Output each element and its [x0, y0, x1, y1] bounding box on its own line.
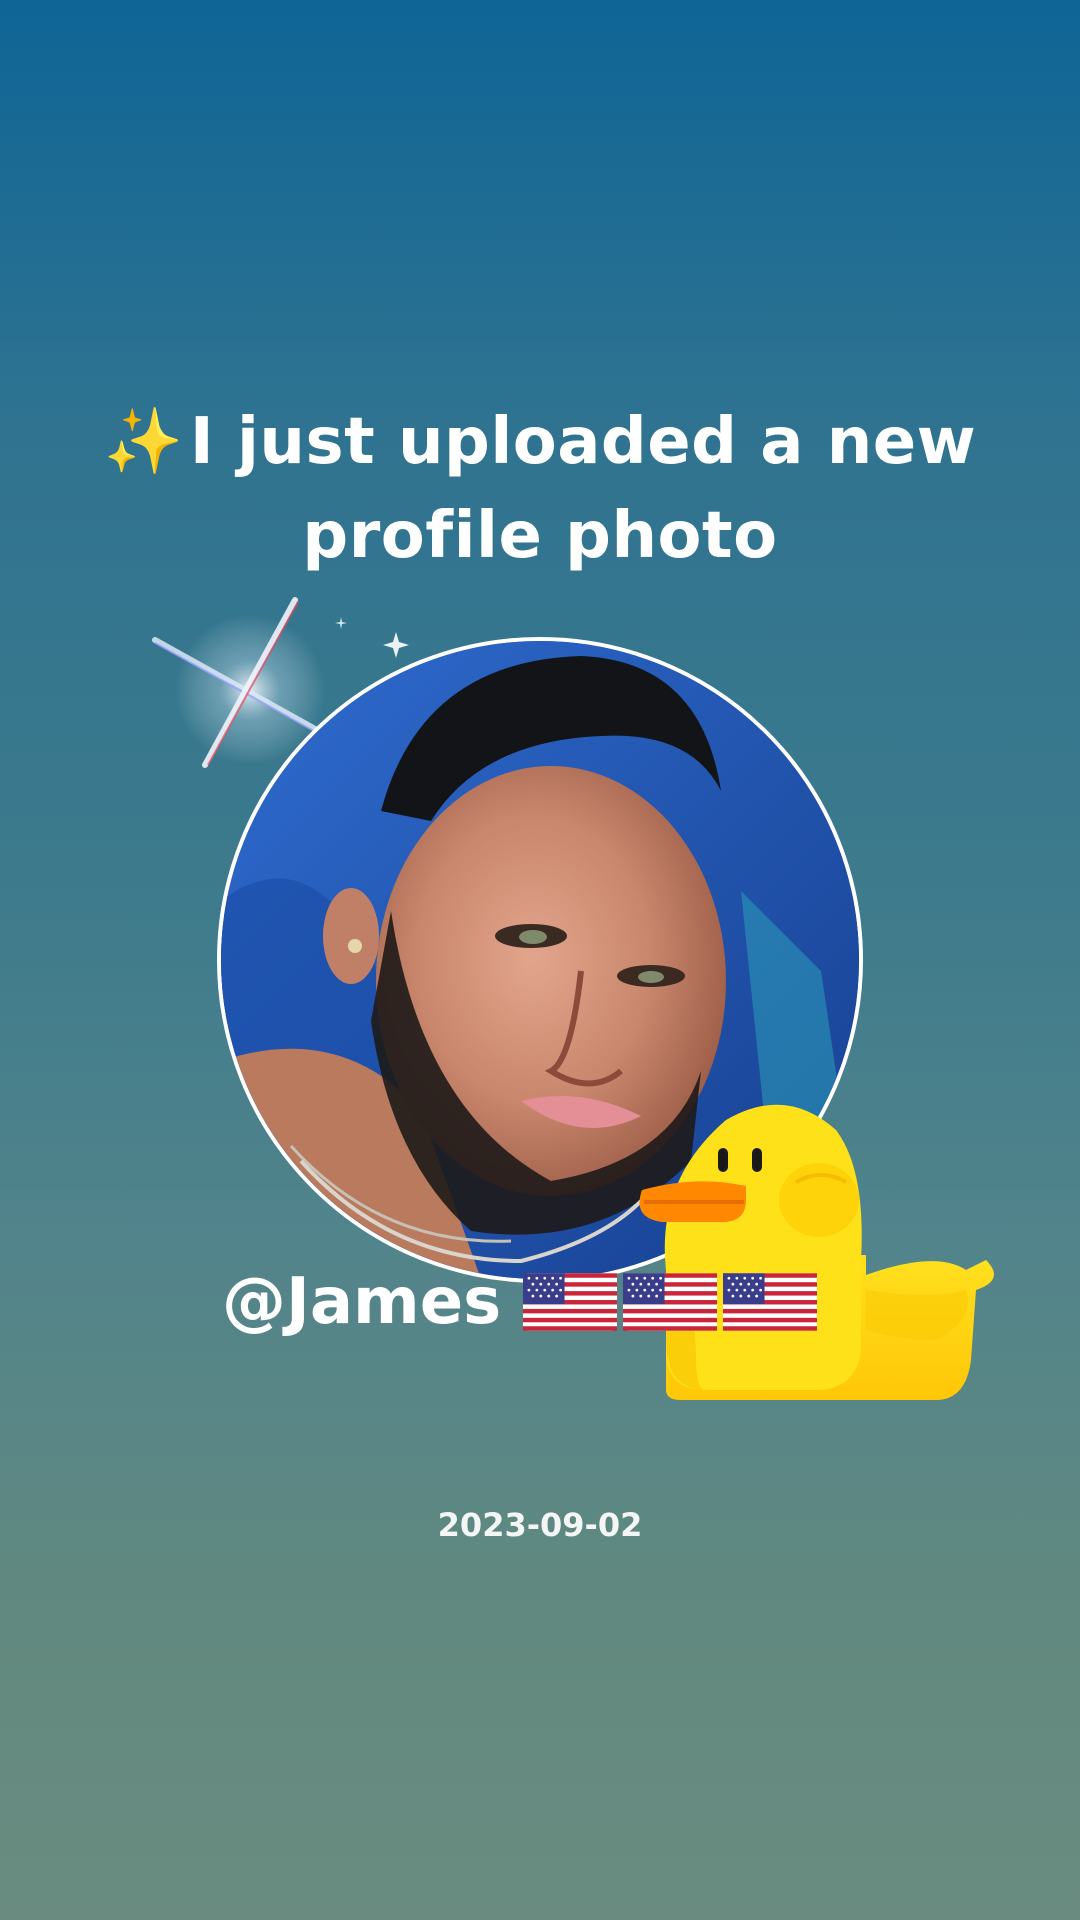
- username-row: @James: [222, 1265, 823, 1339]
- sparkles-icon: ✨: [103, 405, 184, 479]
- flag-group: [523, 1273, 823, 1331]
- duck-sticker-icon: [639, 1104, 994, 1400]
- headline: ✨I just uploaded a new profile photo: [60, 395, 1020, 583]
- post-date: 2023-09-02: [437, 1506, 643, 1544]
- headline-text: I just uploaded a new profile photo: [189, 405, 977, 573]
- username-label: @James: [222, 1265, 502, 1339]
- us-flag-icon: [523, 1273, 618, 1331]
- us-flag-icon: [623, 1273, 718, 1331]
- us-flag-icon: [723, 1273, 818, 1331]
